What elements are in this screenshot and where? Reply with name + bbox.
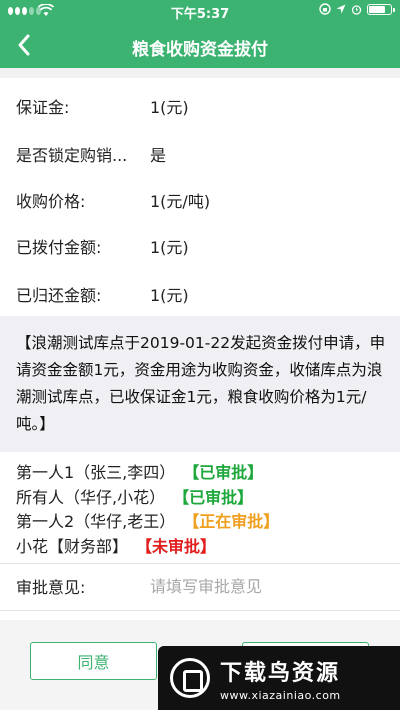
info-value: 1(元) <box>150 238 189 257</box>
approval-status: 【已审批】 <box>173 488 254 507</box>
nav-bar: 粮食收购资金拔付 <box>0 22 400 68</box>
battery-icon <box>367 3 395 15</box>
approver-name: 所有人（华仔,小花） <box>16 488 166 507</box>
approver-name: 第一人1（张三,李四） <box>16 463 176 482</box>
divider <box>0 610 400 611</box>
watermark-logo-icon <box>170 658 210 698</box>
info-row-returned-amount: 已归还金额: 1(元) <box>16 279 386 309</box>
opinion-input[interactable] <box>150 570 380 602</box>
application-description: 【浪潮测试库点于2019-01-22发起资金拨付申请，申请资金金额1元，资金用途… <box>0 316 400 452</box>
info-row-lock-purchase: 是否锁定购销... 是 <box>16 139 386 169</box>
approver-row: 第一人1（张三,李四） 【已审批】 <box>16 459 263 483</box>
page-title: 粮食收购资金拔付 <box>132 40 268 60</box>
approval-status: 【已审批】 <box>183 463 264 482</box>
opinion-label: 审批意见: <box>16 578 86 597</box>
approval-status: 【正在审批】 <box>183 512 280 531</box>
watermark-title: 下载鸟资源 <box>220 660 341 686</box>
alarm-clock-icon <box>351 4 362 15</box>
info-label: 已归还金额: <box>16 286 102 305</box>
info-value: 是 <box>150 146 167 165</box>
approver-row: 第一人2（华仔,老王） 【正在审批】 <box>16 508 279 532</box>
info-row-paid-amount: 已拨付金额: 1(元) <box>16 231 386 261</box>
orientation-lock-icon <box>319 3 331 15</box>
header-shadow <box>0 68 400 78</box>
divider <box>0 563 400 564</box>
site-watermark: 下载鸟资源 www.xiazainiao.com <box>158 646 400 710</box>
info-label: 已拨付金额: <box>16 238 102 257</box>
info-value: 1(元/吨) <box>150 192 211 211</box>
location-arrow-icon <box>336 4 346 14</box>
info-label: 收购价格: <box>16 192 86 211</box>
info-label: 是否锁定购销... <box>16 146 128 165</box>
status-bar: 下午5:37 <box>0 0 400 22</box>
approver-name: 小花【财务部】 <box>16 537 129 556</box>
description-text: 【浪潮测试库点于2019-01-22发起资金拨付申请，申请资金金额1元，资金用途… <box>16 334 386 433</box>
info-value: 1(元) <box>150 286 189 305</box>
approver-row: 小花【财务部】 【未审批】 <box>16 533 216 557</box>
info-row-price: 收购价格: 1(元/吨) <box>16 185 386 215</box>
info-label: 保证金: <box>16 98 70 117</box>
watermark-url: www.xiazainiao.com <box>220 688 341 702</box>
approver-row: 所有人（华仔,小花） 【已审批】 <box>16 484 253 508</box>
approval-status: 【未审批】 <box>136 537 217 556</box>
approver-name: 第一人2（华仔,老王） <box>16 512 176 531</box>
agree-button[interactable]: 同意 <box>30 642 157 680</box>
info-value: 1(元) <box>150 98 189 117</box>
info-row-deposit: 保证金: 1(元) <box>16 91 386 121</box>
